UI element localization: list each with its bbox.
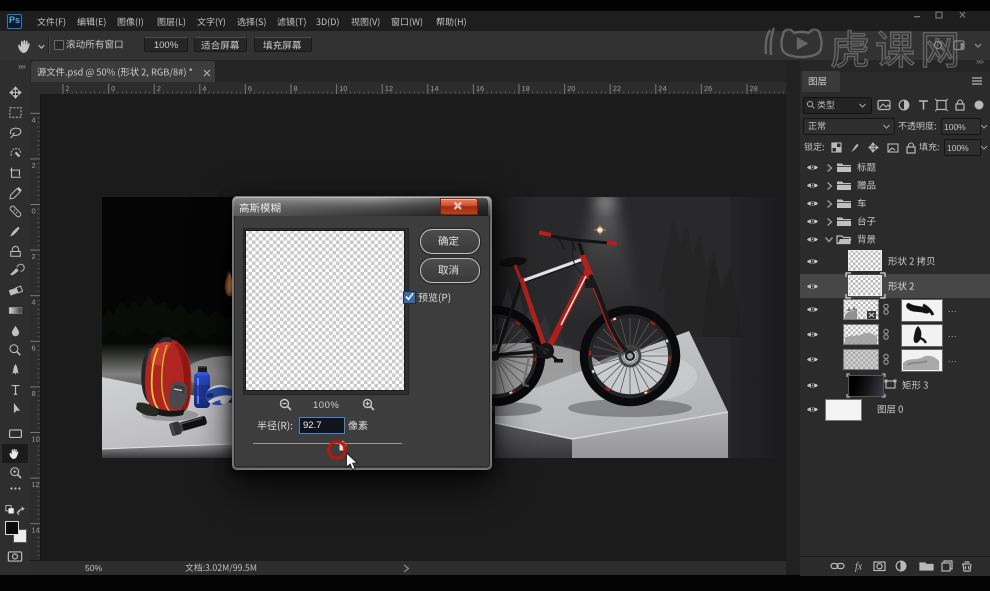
svg-text:fx: fx (855, 562, 863, 573)
svg-text:12: 12 (32, 480, 40, 489)
svg-text:0: 0 (111, 84, 115, 93)
svg-text:10: 10 (339, 84, 347, 93)
svg-text:18: 18 (522, 84, 530, 93)
svg-text:10: 10 (32, 435, 40, 444)
svg-text:2: 2 (157, 84, 161, 93)
svg-text:8: 8 (294, 84, 298, 93)
svg-text:4: 4 (202, 84, 206, 93)
svg-text:0: 0 (32, 207, 36, 216)
svg-text:22: 22 (613, 84, 621, 93)
svg-text:6: 6 (32, 343, 36, 352)
svg-text:2: 2 (32, 161, 36, 170)
svg-text:6: 6 (248, 84, 252, 93)
svg-text:20: 20 (567, 84, 575, 93)
svg-text:28: 28 (750, 84, 758, 93)
svg-text:26: 26 (704, 84, 712, 93)
svg-text:12: 12 (385, 84, 393, 93)
svg-text:4: 4 (32, 298, 36, 307)
svg-text:16: 16 (476, 84, 484, 93)
svg-text:14: 14 (430, 84, 438, 93)
svg-text:8: 8 (32, 389, 36, 398)
svg-text:2: 2 (32, 252, 36, 261)
svg-text:24: 24 (658, 84, 666, 93)
svg-text:2: 2 (66, 84, 70, 93)
svg-text:4: 4 (32, 115, 36, 124)
svg-text:14: 14 (32, 526, 40, 535)
